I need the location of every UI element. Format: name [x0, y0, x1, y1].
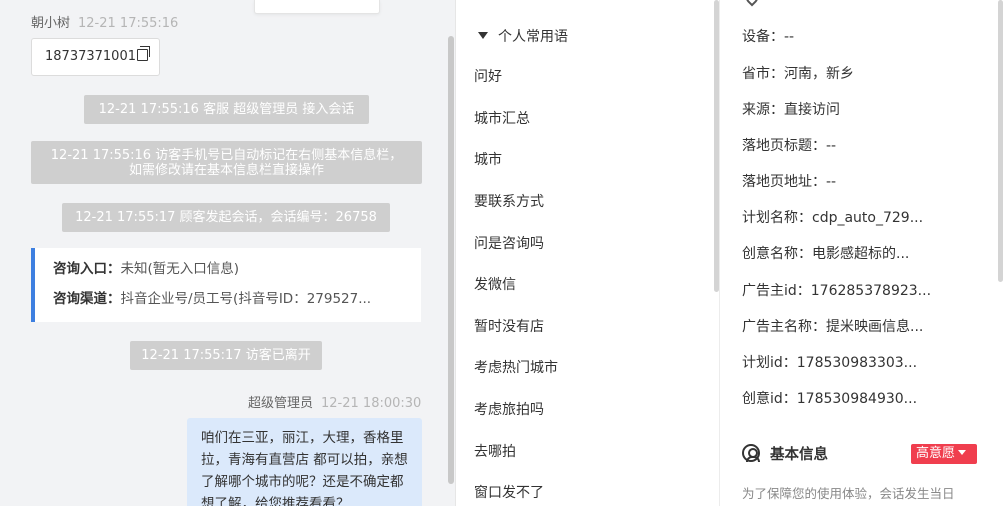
- system-message: 12-21 17:55:17 访客已离开: [130, 341, 322, 370]
- phone-message: 18737371001: [31, 38, 160, 76]
- phrases-panel: 个人常用语 问好 城市汇总 城市 要联系方式 问是咨询吗 发微信 暂时没有店 考…: [456, 0, 720, 506]
- phrase-item[interactable]: 要联系方式: [474, 191, 544, 211]
- intent-level-dropdown[interactable]: 高意愿: [911, 444, 977, 464]
- consult-entry-label: 咨询入口：: [53, 261, 121, 277]
- triangle-down-icon: [958, 450, 967, 455]
- info-scrollbar[interactable]: [998, 0, 1003, 282]
- user-icon: [742, 444, 760, 462]
- info-plan-id: 计划id：178530983303...: [742, 355, 918, 371]
- caret-down-icon: [478, 32, 488, 39]
- agent-time: 12-21 18:00:30: [321, 396, 422, 411]
- privacy-notice: 为了保障您的使用体验，会话发生当日: [742, 486, 955, 501]
- info-source: 来源：直接访问: [742, 102, 840, 118]
- phrase-item[interactable]: 城市: [474, 149, 502, 169]
- popup-stub: [254, 0, 380, 14]
- info-creative-name: 创意名称：电影感超标的...: [742, 246, 910, 262]
- system-message: 12-21 17:55:16 客服 超级管理员 接入会话: [84, 95, 369, 124]
- info-landing-title: 落地页标题：--: [742, 138, 837, 154]
- phrase-item[interactable]: 问是咨询吗: [474, 233, 544, 253]
- consult-card: 咨询入口：未知(暂无入口信息) 咨询渠道：抖音企业号/员工号(抖音号ID：279…: [31, 248, 421, 322]
- agent-name: 超级管理员: [248, 396, 314, 411]
- system-message: 12-21 17:55:17 顾客发起会话，会话编号：26758: [62, 203, 390, 232]
- basic-info-header: 基本信息: [742, 443, 828, 464]
- info-province-city: 省市：河南，新乡: [742, 66, 854, 82]
- phrase-group-toggle[interactable]: 个人常用语: [478, 26, 568, 46]
- chat-panel: 朝小树 12-21 17:55:16 18737371001 12-21 17:5…: [0, 0, 456, 506]
- system-message-line: 12-21 17:55:16 访客手机号已自动标记在右侧基本信息栏，: [50, 148, 403, 163]
- consult-channel-row: 咨询渠道：抖音企业号/员工号(抖音号ID：279527...: [53, 290, 421, 320]
- consult-channel-value: 抖音企业号/员工号(抖音号ID：279527...: [120, 291, 372, 307]
- info-device: 设备：--: [742, 29, 795, 45]
- info-creative-id: 创意id：178530984930...: [742, 391, 918, 407]
- info-advertiser-name: 广告主名称：提米映画信息...: [742, 319, 924, 335]
- consult-entry-value: 未知(暂无入口信息): [120, 261, 240, 277]
- agent-header: 超级管理员 12-21 18:00:30: [248, 392, 421, 411]
- visitor-info-panel: 设备：-- 省市：河南，新乡 来源：直接访问 落地页标题：-- 落地页地址：--…: [720, 0, 1007, 506]
- consult-entry-row: 咨询入口：未知(暂无入口信息): [53, 260, 421, 290]
- phrase-group-title: 个人常用语: [498, 29, 568, 45]
- info-advertiser-id: 广告主id：176285378923...: [742, 283, 932, 299]
- visitor-time: 12-21 17:55:16: [78, 16, 179, 31]
- system-message-line: 如需修改请在基本信息栏直接操作: [128, 163, 324, 178]
- phrase-item[interactable]: 城市汇总: [474, 108, 530, 128]
- intent-level-label: 高意愿: [916, 446, 956, 461]
- phrase-item[interactable]: 窗口发不了: [474, 482, 544, 502]
- phrase-item[interactable]: 暂时没有店: [474, 316, 544, 336]
- phrase-item[interactable]: 去哪拍: [474, 441, 516, 461]
- phrase-item[interactable]: 考虑热门城市: [474, 357, 558, 377]
- visitor-name: 朝小树: [31, 16, 71, 31]
- phone-number: 18737371001: [45, 49, 136, 64]
- info-plan-name: 计划名称：cdp_auto_729...: [742, 210, 924, 226]
- system-message-multiline: 12-21 17:55:16 访客手机号已自动标记在右侧基本信息栏， 如需修改请…: [31, 141, 422, 184]
- info-landing-url: 落地页地址：--: [742, 174, 837, 190]
- consult-channel-label: 咨询渠道：: [53, 291, 121, 307]
- location-pin-icon: [743, 0, 761, 7]
- agent-message: 咱们在三亚，丽江，大理，香格里拉，青海有直营店 都可以拍，亲想了解哪个城市的呢？…: [187, 418, 422, 506]
- copy-icon[interactable]: [136, 46, 150, 61]
- basic-info-title: 基本信息: [770, 447, 828, 463]
- phrases-scrollbar[interactable]: [714, 0, 719, 292]
- chat-scrollbar[interactable]: [448, 36, 454, 484]
- visitor-header: 朝小树 12-21 17:55:16: [31, 12, 178, 31]
- phrase-item[interactable]: 发微信: [474, 274, 516, 294]
- phrase-item[interactable]: 问好: [474, 66, 502, 86]
- phrase-item[interactable]: 考虑旅拍吗: [474, 399, 544, 419]
